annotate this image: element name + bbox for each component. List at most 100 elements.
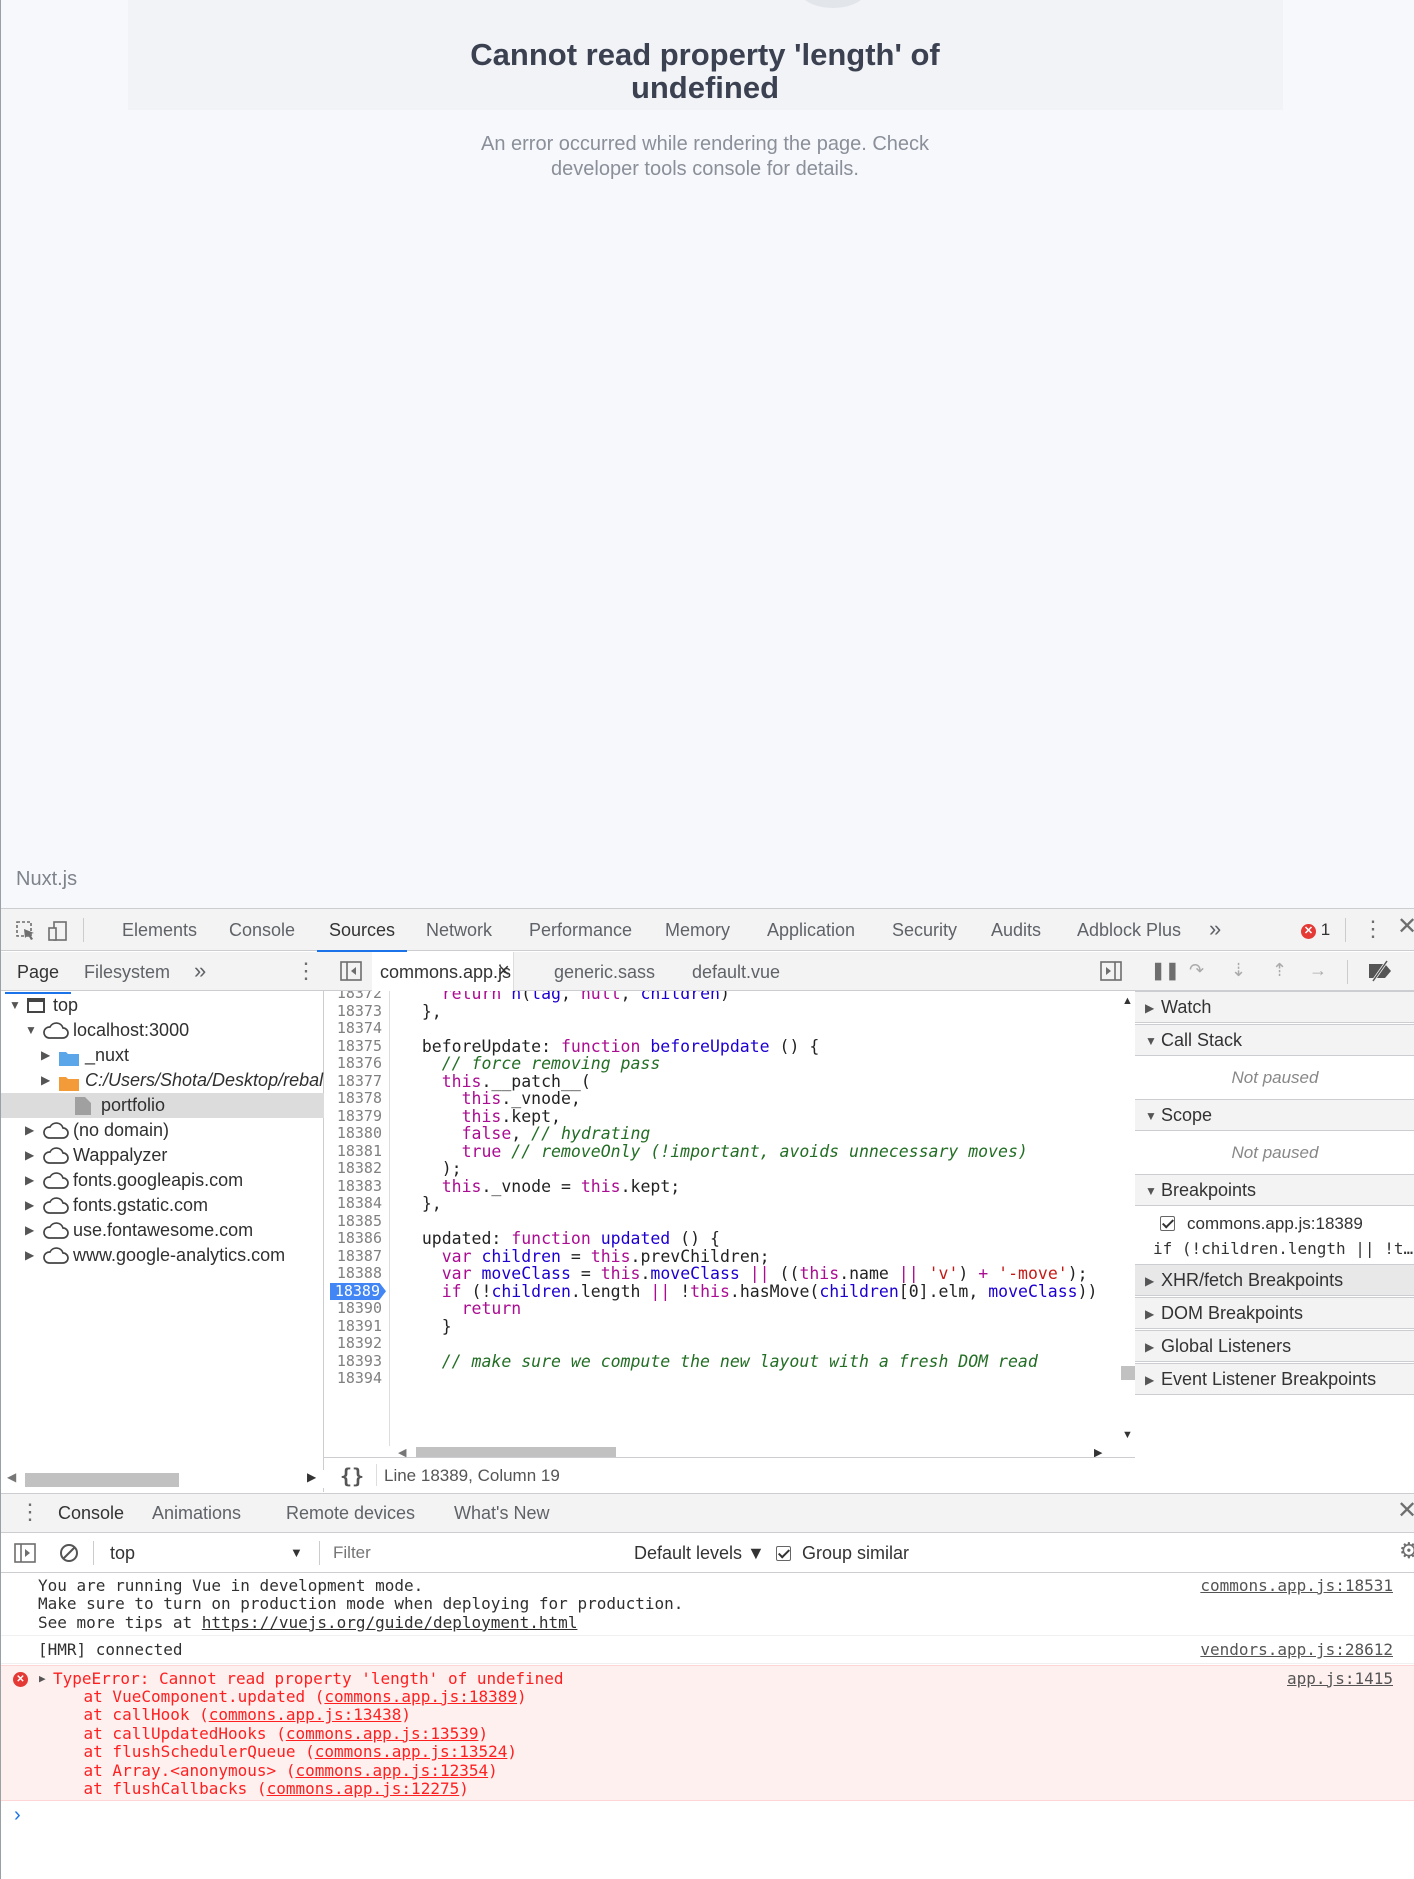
tree-item[interactable]: ▶ fonts.googleapis.com: [1, 1168, 324, 1193]
message-source-link[interactable]: vendors.app.js:28612: [1200, 1640, 1393, 1659]
stack-location-link[interactable]: commons.app.js:13524: [315, 1742, 508, 1761]
kebab-menu-icon[interactable]: ⋮: [19, 1501, 41, 1523]
code-line[interactable]: },: [402, 1002, 442, 1021]
line-number[interactable]: 18373: [324, 1002, 388, 1021]
log-levels-dropdown[interactable]: Default levels ▼: [634, 1543, 765, 1564]
line-number[interactable]: 18376: [324, 1054, 388, 1073]
scroll-down-icon[interactable]: ▼: [1122, 1429, 1133, 1441]
navigator-scrollbar[interactable]: ◀ ▶: [1, 1470, 324, 1488]
tab-audits[interactable]: Audits: [991, 920, 1041, 941]
collapsed-arrow-icon[interactable]: ▶: [25, 1218, 34, 1243]
scroll-right-icon[interactable]: ▶: [307, 1470, 316, 1484]
close-icon[interactable]: ✕: [1397, 1499, 1414, 1523]
tab-application[interactable]: Application: [767, 920, 855, 941]
drawer-tab-whats-new[interactable]: What's New: [454, 1503, 549, 1524]
code-line[interactable]: beforeUpdate: function beforeUpdate () {: [402, 1037, 819, 1056]
drawer-tab-console[interactable]: Console: [45, 1503, 137, 1535]
tree-item[interactable]: ▶ C:/Users/Shota/Desktop/rebal: [1, 1068, 324, 1093]
expanded-arrow-icon[interactable]: ▼: [9, 993, 21, 1018]
tab-filesystem[interactable]: Filesystem: [84, 962, 170, 983]
editor-vscrollbar[interactable]: ▲ ▼: [1119, 991, 1135, 1446]
collapsed-arrow-icon[interactable]: ▶: [25, 1143, 34, 1168]
line-number[interactable]: 18380: [324, 1124, 388, 1143]
more-tabs-icon[interactable]: »: [1209, 916, 1221, 942]
file-tab-generic-sass[interactable]: generic.sass: [554, 962, 655, 983]
code-line[interactable]: return h(tag, null, children): [402, 991, 730, 1003]
line-number[interactable]: 18383: [324, 1177, 388, 1196]
code-line[interactable]: if (!children.length || !this.hasMove(ch…: [402, 1282, 1098, 1301]
line-number[interactable]: 18382: [324, 1159, 388, 1178]
section-scope[interactable]: ▼ Scope: [1135, 1099, 1414, 1131]
close-icon[interactable]: ✕: [1397, 915, 1414, 939]
line-number[interactable]: 18392: [324, 1334, 388, 1353]
error-count-badge[interactable]: ✕ 1: [1301, 920, 1330, 940]
console-filter-input[interactable]: [327, 1539, 619, 1567]
kebab-menu-icon[interactable]: ⋮: [1362, 918, 1384, 940]
tab-performance[interactable]: Performance: [529, 920, 632, 941]
line-gutter[interactable]: 18372 18373 18374 18375 18376 18377 18378 18379…: [324, 991, 390, 1446]
line-number[interactable]: 18372: [324, 991, 388, 1003]
more-tabs-icon[interactable]: »: [194, 958, 206, 984]
code-line[interactable]: }: [402, 1317, 452, 1336]
kebab-menu-icon[interactable]: ⋮: [295, 960, 317, 982]
tab-sources[interactable]: Sources: [316, 920, 408, 952]
clear-console-icon[interactable]: [59, 1543, 79, 1567]
section-global-listeners[interactable]: ▶ Global Listeners: [1135, 1330, 1414, 1362]
code-line[interactable]: this.kept,: [402, 1107, 561, 1126]
expand-arrow-icon[interactable]: ▶: [39, 1672, 46, 1685]
scroll-up-icon[interactable]: ▲: [1122, 995, 1133, 1007]
step-icon[interactable]: →: [1309, 960, 1327, 980]
breakpoint-marker[interactable]: 18389: [330, 1282, 386, 1300]
code-line[interactable]: // make sure we compute the new layout w…: [402, 1352, 1038, 1371]
section-dom-breakpoints[interactable]: ▶ DOM Breakpoints: [1135, 1297, 1414, 1329]
toggle-debugger-icon[interactable]: [1100, 961, 1122, 985]
tree-item[interactable]: ▼ localhost:3000: [1, 1018, 324, 1043]
tab-network[interactable]: Network: [426, 920, 492, 941]
code-line[interactable]: return: [402, 1300, 522, 1318]
tab-memory[interactable]: Memory: [665, 920, 730, 941]
pretty-print-icon[interactable]: {}: [340, 1464, 364, 1488]
expanded-arrow-icon[interactable]: ▼: [25, 1018, 37, 1043]
console-error-message[interactable]: ✕ ▶ TypeError: Cannot read property 'lengt…: [1, 1664, 1414, 1802]
code-editor[interactable]: 18372 18373 18374 18375 18376 18377 18378 18379…: [324, 991, 1119, 1446]
step-into-icon[interactable]: ⇣: [1231, 960, 1246, 980]
line-number[interactable]: 18394: [324, 1369, 388, 1388]
line-number[interactable]: 18391: [324, 1317, 388, 1336]
file-tab-commons-app-js[interactable]: commons.app.js ×: [372, 952, 514, 991]
show-sidebar-icon[interactable]: [14, 1543, 36, 1567]
tree-item[interactable]: ▶ (no domain): [1, 1118, 324, 1143]
tab-page[interactable]: Page: [4, 962, 72, 994]
stack-location-link[interactable]: commons.app.js:13438: [209, 1705, 402, 1724]
line-number[interactable]: 18381: [324, 1142, 388, 1161]
scroll-left-icon[interactable]: ◀: [7, 1470, 16, 1484]
step-over-icon[interactable]: ↷: [1189, 960, 1204, 980]
line-number[interactable]: 18384: [324, 1194, 388, 1213]
nuxt-footer-label[interactable]: Nuxt.js: [16, 868, 77, 891]
device-toolbar-icon[interactable]: [47, 920, 69, 946]
drawer-tab-animations[interactable]: Animations: [152, 1503, 241, 1524]
line-number[interactable]: 18379: [324, 1107, 388, 1126]
chevron-down-icon[interactable]: ▼: [290, 1545, 303, 1560]
tab-security[interactable]: Security: [892, 920, 957, 941]
line-number[interactable]: 18385: [324, 1212, 388, 1231]
scrollbar-thumb[interactable]: [1121, 1366, 1135, 1380]
code-line[interactable]: var children = this.prevChildren;: [402, 1247, 770, 1266]
code-line[interactable]: true // removeOnly (!important, avoids u…: [402, 1142, 1028, 1161]
line-number[interactable]: 18387: [324, 1247, 388, 1266]
message-source-link[interactable]: app.js:1415: [1287, 1669, 1393, 1688]
line-number[interactable]: 18375: [324, 1037, 388, 1056]
tree-item[interactable]: ▶ www.google-analytics.com: [1, 1243, 324, 1268]
tree-item[interactable]: ▶ use.fontawesome.com: [1, 1218, 324, 1243]
scrollbar-thumb[interactable]: [25, 1473, 179, 1487]
console-message[interactable]: [HMR] connected vendors.app.js:28612: [1, 1637, 1414, 1664]
group-similar-checkbox[interactable]: [776, 1546, 791, 1561]
tree-item[interactable]: ▼ top: [1, 993, 324, 1018]
code-line[interactable]: false, // hydrating: [402, 1125, 651, 1143]
tree-item[interactable]: portfolio: [1, 1093, 324, 1118]
line-number[interactable]: 18377: [324, 1072, 388, 1091]
pause-icon[interactable]: ❚❚: [1151, 961, 1180, 981]
code-line[interactable]: updated: function updated () {: [402, 1230, 720, 1248]
console-message[interactable]: You are running Vue in development mode.…: [1, 1573, 1414, 1637]
code-line[interactable]: },: [402, 1195, 442, 1213]
console-link[interactable]: https://vuejs.org/guide/deployment.html: [202, 1613, 578, 1632]
